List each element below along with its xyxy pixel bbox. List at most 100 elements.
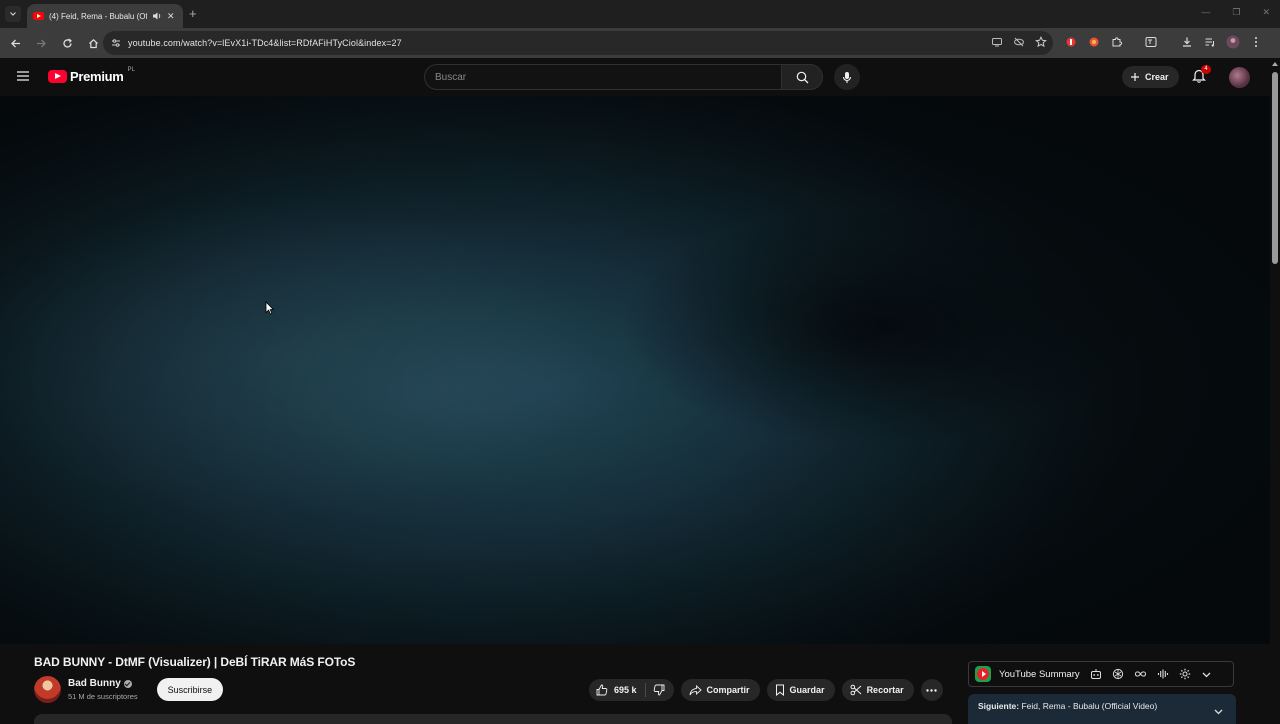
infinity-icon[interactable] (1134, 668, 1147, 680)
tab-search-button[interactable] (5, 6, 21, 22)
extension-orange-icon[interactable] (1087, 35, 1101, 49)
chevron-down-icon[interactable] (1213, 706, 1224, 717)
create-label: Crear (1145, 72, 1169, 82)
address-bar[interactable]: youtube.com/watch?v=lEvX1i-TDc4&list=RDf… (103, 31, 1053, 55)
player-vignette (0, 96, 1270, 644)
cast-icon[interactable] (991, 36, 1003, 48)
like-dislike-segment: 695 k (589, 679, 674, 701)
robot-icon[interactable] (1090, 668, 1102, 680)
youtube-premium-logo[interactable]: Premium PL (48, 66, 135, 84)
minimize-icon[interactable]: — (1201, 7, 1210, 18)
audio-wave-icon[interactable] (1157, 668, 1169, 680)
next-label: Siguiente: (978, 701, 1020, 711)
url-text[interactable]: youtube.com/watch?v=lEvX1i-TDc4&list=RDf… (128, 38, 402, 48)
bookmark-icon (775, 684, 784, 696)
more-horizontal-icon (926, 688, 937, 692)
back-button[interactable] (3, 31, 27, 55)
clip-button[interactable]: Recortar (841, 679, 914, 701)
profile-avatar-icon[interactable] (1226, 35, 1240, 49)
omnibox-actions (991, 36, 1047, 48)
gear-icon[interactable] (1179, 668, 1191, 680)
search-input[interactable] (425, 65, 781, 89)
star-icon[interactable] (1035, 36, 1047, 48)
notifications-button[interactable]: 4 (1192, 65, 1211, 83)
video-player[interactable] (0, 96, 1270, 644)
close-window-icon[interactable]: ✕ (1262, 7, 1270, 18)
search-icon (796, 71, 808, 83)
thumbs-down-icon (653, 684, 664, 696)
plus-icon (1131, 73, 1139, 81)
description-box[interactable] (34, 714, 952, 724)
browser-tabstrip: (4) Feid, Rema - Bubalu (Offi ✕ + — ❐ ✕ (0, 0, 1280, 28)
browser-menu-icon[interactable] (1249, 35, 1263, 49)
home-icon (88, 38, 98, 48)
video-owner: Bad Bunny 51 M de suscriptores Suscribir… (34, 676, 224, 703)
voice-search-button[interactable] (834, 64, 860, 90)
next-video-title[interactable]: Feid, Rema - Bubalu (Official Video) (1021, 701, 1157, 711)
notification-count-badge: 4 (1201, 65, 1211, 74)
youtube-masthead: Premium PL Crear 4 (0, 58, 1270, 96)
browser-toolbar: youtube.com/watch?v=lEvX1i-TDc4&list=RDf… (0, 28, 1280, 58)
more-actions-button[interactable] (920, 679, 943, 701)
thumbs-up-icon (596, 684, 608, 696)
share-label: Compartir (706, 685, 750, 695)
new-tab-icon[interactable]: + (189, 7, 197, 20)
clip-label: Recortar (866, 685, 904, 695)
scrollbar-thumb[interactable] (1272, 72, 1278, 264)
subscriber-count: 51 M de suscriptores (68, 692, 138, 701)
mouse-cursor-icon (265, 301, 274, 315)
extension-red-icon[interactable] (1064, 35, 1078, 49)
create-button[interactable]: Crear (1122, 66, 1179, 88)
home-button[interactable] (81, 31, 105, 55)
video-actions: 695 k Compartir Guardar Recortar (589, 679, 943, 701)
search-box (424, 64, 782, 90)
like-button[interactable]: 695 k (589, 683, 646, 697)
hamburger-menu-icon (17, 71, 29, 81)
channel-avatar[interactable] (34, 676, 61, 703)
eye-off-icon[interactable] (1013, 36, 1025, 48)
youtube-favicon-icon (33, 12, 44, 20)
chevron-down-icon[interactable] (1201, 669, 1212, 680)
account-avatar[interactable] (1229, 67, 1250, 88)
arrow-right-icon (36, 39, 46, 47)
tab-title: (4) Feid, Rema - Bubalu (Offi (49, 11, 147, 21)
youtube-summary-extension-bar: YouTube Summary (968, 661, 1234, 687)
chevron-down-icon (10, 12, 16, 16)
media-controls-icon[interactable] (1203, 35, 1217, 49)
arrow-left-icon (10, 39, 20, 47)
ai-knot-icon[interactable] (1112, 668, 1124, 680)
search-button[interactable] (781, 64, 823, 90)
logo-country-code: PL (127, 66, 135, 73)
save-button[interactable]: Guardar (766, 679, 835, 701)
forward-button[interactable] (29, 31, 53, 55)
scroll-up-arrow-icon[interactable] (1272, 62, 1278, 66)
microphone-icon (842, 71, 852, 83)
share-button[interactable]: Compartir (680, 679, 760, 701)
subscribe-button[interactable]: Suscribirse (156, 678, 224, 701)
download-icon[interactable] (1180, 35, 1194, 49)
share-icon (689, 684, 702, 695)
summary-toolbar (1090, 668, 1212, 680)
video-title: BAD BUNNY - DtMF (Visualizer) | DeBÍ TiR… (34, 655, 356, 669)
speaker-icon[interactable] (152, 11, 162, 21)
reload-icon (62, 37, 72, 48)
logo-text: Premium (70, 69, 124, 84)
scissors-icon (850, 684, 861, 696)
dislike-button[interactable] (646, 684, 674, 696)
browser-tab-active[interactable]: (4) Feid, Rema - Bubalu (Offi ✕ (27, 4, 183, 28)
guide-menu-button[interactable] (16, 70, 30, 82)
channel-name[interactable]: Bad Bunny (68, 678, 121, 689)
channel-info: Bad Bunny 51 M de suscriptores (68, 678, 138, 701)
close-tab-icon[interactable]: ✕ (167, 11, 175, 22)
puzzle-icon[interactable] (1110, 35, 1124, 49)
save-label: Guardar (789, 685, 825, 695)
channel-name-row: Bad Bunny (68, 678, 138, 689)
summary-title: YouTube Summary (999, 668, 1080, 680)
reload-button[interactable] (55, 31, 79, 55)
like-count: 695 k (614, 685, 637, 695)
translate-icon[interactable] (1144, 35, 1158, 49)
site-settings-icon[interactable] (111, 38, 121, 48)
extensions-area (1064, 35, 1263, 49)
maximize-icon[interactable]: ❐ (1232, 7, 1240, 18)
verified-icon (123, 679, 132, 688)
